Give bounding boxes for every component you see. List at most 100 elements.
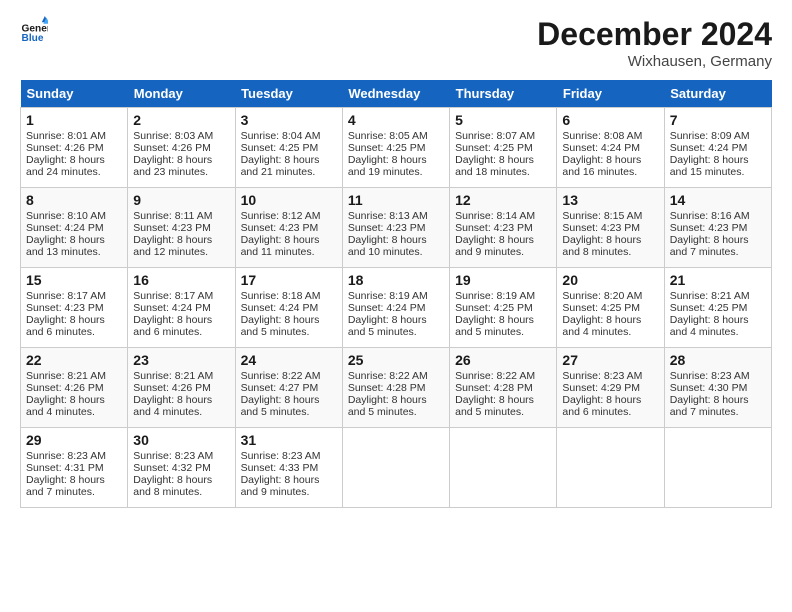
day-number: 6 — [562, 112, 658, 128]
calendar-table: Sunday Monday Tuesday Wednesday Thursday… — [20, 80, 772, 508]
day-number: 31 — [241, 432, 337, 448]
sunset-label: Sunset: 4:23 PM — [348, 222, 426, 234]
sunrise-label: Sunrise: 8:22 AM — [348, 370, 428, 382]
logo: General Blue — [20, 16, 48, 44]
day-number: 4 — [348, 112, 444, 128]
calendar-row: 29Sunrise: 8:23 AMSunset: 4:31 PMDayligh… — [21, 428, 772, 508]
table-row — [664, 428, 771, 508]
calendar-row: 8 Sunrise: 8:10 AMSunset: 4:24 PM Daylight… — [21, 188, 772, 268]
sunrise-label: Sunrise: 8:23 AM — [133, 450, 213, 462]
sunrise-label: Sunrise: 8:20 AM — [562, 290, 642, 302]
calendar-row: 22Sunrise: 8:21 AMSunset: 4:26 PMDayligh… — [21, 348, 772, 428]
col-saturday: Saturday — [664, 80, 771, 108]
sunrise-label: Sunrise: 8:15 AM — [562, 210, 642, 222]
table-row: 9Sunrise: 8:11 AMSunset: 4:23 PMDaylight… — [128, 188, 235, 268]
day-number: 30 — [133, 432, 229, 448]
table-row: 10Sunrise: 8:12 AMSunset: 4:23 PMDayligh… — [235, 188, 342, 268]
col-wednesday: Wednesday — [342, 80, 449, 108]
sunset-label: Sunset: 4:28 PM — [455, 382, 533, 394]
sunrise-label: Sunrise: 8:22 AM — [455, 370, 535, 382]
table-row: 17 Sunrise: 8:18 AMSunset: 4:24 PMDayligh… — [235, 268, 342, 348]
daylight-label: Daylight: 8 hours and 4 minutes. — [562, 314, 641, 338]
col-monday: Monday — [128, 80, 235, 108]
table-row: 28Sunrise: 8:23 AMSunset: 4:30 PMDayligh… — [664, 348, 771, 428]
sunrise-label: Sunrise: 8:12 AM — [241, 210, 321, 222]
day-number: 27 — [562, 352, 658, 368]
day-number: 16 — [133, 272, 229, 288]
day-number: 21 — [670, 272, 766, 288]
day-number: 24 — [241, 352, 337, 368]
sunset-label: Sunset: 4:23 PM — [241, 222, 319, 234]
table-row: 23Sunrise: 8:21 AMSunset: 4:26 PMDayligh… — [128, 348, 235, 428]
sunset-label: Sunset: 4:28 PM — [348, 382, 426, 394]
table-row: 16Sunrise: 8:17 AMSunset: 4:24 PMDayligh… — [128, 268, 235, 348]
sunset-label: Sunset: 4:23 PM — [562, 222, 640, 234]
table-row: 21Sunrise: 8:21 AMSunset: 4:25 PMDayligh… — [664, 268, 771, 348]
day-number: 18 — [348, 272, 444, 288]
sunset-label: Sunset: 4:27 PM — [241, 382, 319, 394]
daylight-label: Daylight: 8 hours and 21 minutes. — [241, 154, 320, 178]
calendar-row: 15Sunrise: 8:17 AMSunset: 4:23 PMDayligh… — [21, 268, 772, 348]
sunset-label: Sunset: 4:24 PM — [348, 302, 426, 314]
table-row: 4Sunrise: 8:05 AMSunset: 4:25 PMDaylight… — [342, 108, 449, 188]
sunset-label: Sunset: 4:25 PM — [455, 142, 533, 154]
daylight-label: Daylight: 8 hours and 6 minutes. — [562, 394, 641, 418]
sunrise-label: Sunrise: 8:08 AM — [562, 130, 642, 142]
table-row: 18Sunrise: 8:19 AMSunset: 4:24 PMDayligh… — [342, 268, 449, 348]
sunset-label: Sunset: 4:32 PM — [133, 462, 211, 474]
sunrise-label: Sunrise: 8:16 AM — [670, 210, 750, 222]
daylight-label: Daylight: 8 hours and 7 minutes. — [670, 394, 749, 418]
table-row: 1Sunrise: 8:01 AMSunset: 4:26 PMDaylight… — [21, 108, 128, 188]
table-row — [342, 428, 449, 508]
day-number: 12 — [455, 192, 551, 208]
sunset-label: Sunset: 4:26 PM — [26, 142, 104, 154]
table-row: 30 Sunrise: 8:23 AMSunset: 4:32 PMDayligh… — [128, 428, 235, 508]
sunset-label: Sunset: 4:23 PM — [455, 222, 533, 234]
sunrise-label: Sunrise: 8:19 AM — [455, 290, 535, 302]
title-block: December 2024 Wixhausen, Germany — [537, 16, 772, 70]
daylight-label: Daylight: 8 hours and 4 minutes. — [670, 314, 749, 338]
day-number: 8 — [26, 192, 122, 208]
location: Wixhausen, Germany — [537, 53, 772, 70]
daylight-label: Daylight: 8 hours and 24 minutes. — [26, 154, 105, 178]
sunset-label: Sunset: 4:24 PM — [26, 222, 104, 234]
daylight-label: Daylight: 8 hours and 7 minutes. — [670, 234, 749, 258]
day-number: 17 — [241, 272, 337, 288]
daylight-label: Daylight: 8 hours and 23 minutes. — [133, 154, 212, 178]
daylight-label: Daylight: 8 hours and 15 minutes. — [670, 154, 749, 178]
sunrise-label: Sunrise: 8:04 AM — [241, 130, 321, 142]
sunrise-label: Sunrise: 8:17 AM — [133, 290, 213, 302]
day-number: 1 — [26, 112, 122, 128]
sunrise-label: Sunrise: 8:09 AM — [670, 130, 750, 142]
table-row: 26Sunrise: 8:22 AMSunset: 4:28 PMDayligh… — [450, 348, 557, 428]
table-row — [557, 428, 664, 508]
col-friday: Friday — [557, 80, 664, 108]
day-number: 11 — [348, 192, 444, 208]
sunset-label: Sunset: 4:23 PM — [670, 222, 748, 234]
sunset-label: Sunset: 4:29 PM — [562, 382, 640, 394]
day-number: 2 — [133, 112, 229, 128]
table-row: 12Sunrise: 8:14 AMSunset: 4:23 PMDayligh… — [450, 188, 557, 268]
table-row: 31Sunrise: 8:23 AMSunset: 4:33 PMDayligh… — [235, 428, 342, 508]
sunset-label: Sunset: 4:25 PM — [670, 302, 748, 314]
sunset-label: Sunset: 4:24 PM — [241, 302, 319, 314]
table-row: 6Sunrise: 8:08 AMSunset: 4:24 PMDaylight… — [557, 108, 664, 188]
daylight-label: Daylight: 8 hours and 11 minutes. — [241, 234, 320, 258]
sunset-label: Sunset: 4:24 PM — [133, 302, 211, 314]
sunset-label: Sunset: 4:24 PM — [670, 142, 748, 154]
sunrise-label: Sunrise: 8:21 AM — [133, 370, 213, 382]
sunrise-label: Sunrise: 8:10 AM — [26, 210, 106, 222]
day-number: 25 — [348, 352, 444, 368]
daylight-label: Daylight: 8 hours and 5 minutes. — [241, 314, 320, 338]
page-header: General Blue December 2024 Wixhausen, Ge… — [20, 16, 772, 70]
sunrise-label: Sunrise: 8:13 AM — [348, 210, 428, 222]
sunrise-label: Sunrise: 8:18 AM — [241, 290, 321, 302]
table-row: 2Sunrise: 8:03 AMSunset: 4:26 PMDaylight… — [128, 108, 235, 188]
daylight-label: Daylight: 8 hours and 8 minutes. — [133, 474, 212, 498]
sunset-label: Sunset: 4:26 PM — [133, 382, 211, 394]
table-row: 15Sunrise: 8:17 AMSunset: 4:23 PMDayligh… — [21, 268, 128, 348]
svg-text:Blue: Blue — [22, 33, 44, 44]
sunrise-label: Sunrise: 8:03 AM — [133, 130, 213, 142]
table-row: 7Sunrise: 8:09 AMSunset: 4:24 PMDaylight… — [664, 108, 771, 188]
day-number: 23 — [133, 352, 229, 368]
